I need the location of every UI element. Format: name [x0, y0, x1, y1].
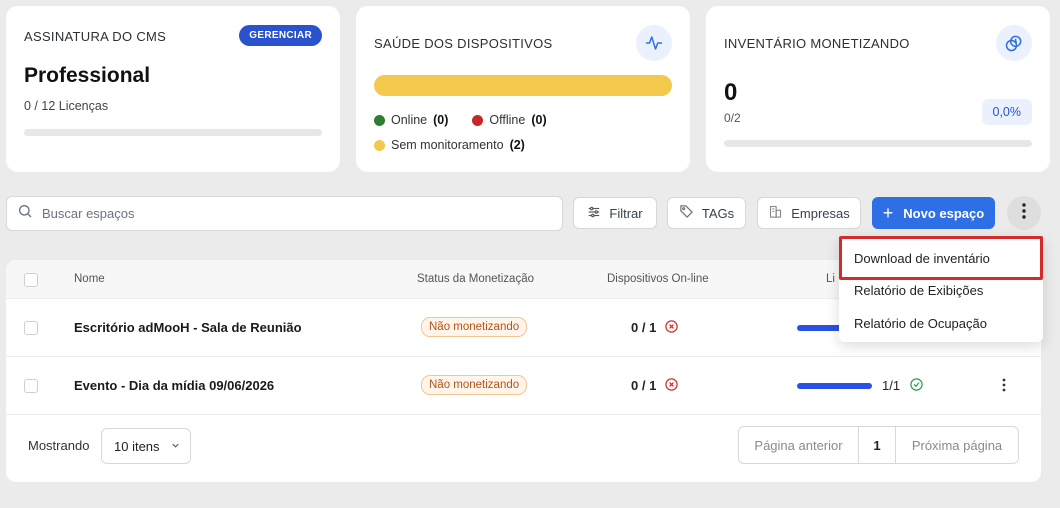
inventory-percent: 0,0% — [981, 99, 1032, 125]
tags-label: TAGs — [701, 205, 735, 221]
device-health-card: SAÚDE DOS DISPOSITIVOS Online (0) Offlin… — [356, 6, 690, 172]
unmonitored-count: (2) — [509, 138, 525, 152]
devices-online-count: 0 / 1 — [631, 378, 657, 393]
next-page-button[interactable]: Próxima página — [896, 427, 1018, 463]
inventory-progress-bar — [724, 140, 1032, 147]
check-circle-icon — [909, 377, 924, 397]
filter-label: Filtrar — [609, 205, 643, 221]
per-page-value: 10 itens — [114, 438, 160, 454]
companies-button[interactable]: Empresas — [757, 197, 861, 229]
more-options-button[interactable] — [1007, 196, 1041, 230]
search-input[interactable] — [42, 206, 522, 221]
devices-online-count: 0 / 1 — [631, 320, 657, 335]
monetizing-inventory-card: INVENTÁRIO MONETIZANDO 0 0/2 0,0% — [706, 6, 1050, 172]
health-status-bar — [374, 75, 672, 96]
cms-subscription-card: ASSINATURA DO CMS GERENCIAR Professional… — [6, 6, 340, 172]
license-usage-bar — [797, 383, 872, 389]
money-icon — [996, 25, 1032, 61]
header-name[interactable]: Nome — [74, 273, 105, 285]
row-checkbox[interactable] — [24, 379, 38, 393]
offline-dot — [472, 114, 484, 126]
status-badge: Não monetizando — [421, 375, 528, 395]
health-legend-row-1: Online (0) Offline (0) — [374, 113, 547, 127]
filter-button[interactable]: Filtrar — [573, 197, 657, 229]
online-label: Online — [391, 113, 428, 127]
health-card-title: SAÚDE DOS DISPOSITIVOS — [374, 36, 553, 51]
status-badge: Não monetizando — [421, 317, 528, 337]
online-count: (0) — [433, 113, 449, 127]
manage-button[interactable]: GERENCIAR — [239, 25, 322, 46]
prev-page-button[interactable]: Página anterior — [739, 427, 859, 463]
current-page[interactable]: 1 — [859, 427, 896, 463]
table-row[interactable]: Evento - Dia da mídia 09/06/2026 Não mon… — [6, 357, 1041, 415]
search-icon — [17, 203, 33, 224]
row-checkbox[interactable] — [24, 321, 38, 335]
header-devices[interactable]: Dispositivos On-line — [607, 273, 709, 285]
license-count: 0 / 12 Licenças — [24, 99, 109, 113]
plus-icon: + — [882, 203, 894, 223]
online-dot — [374, 114, 385, 126]
menu-item-occupancy-report[interactable]: Relatório de Ocupação — [854, 316, 987, 331]
health-legend-row-2: Sem monitoramento (2) — [374, 138, 525, 152]
unmonitored-dot — [374, 139, 385, 151]
license-progress-bar — [24, 129, 322, 136]
pagination: Página anterior 1 Próxima página — [738, 426, 1019, 464]
activity-icon — [636, 25, 672, 61]
plan-name: Professional — [24, 64, 151, 87]
space-name[interactable]: Escritório adMooH - Sala de Reunião — [74, 320, 302, 335]
offline-x-icon — [664, 377, 679, 397]
license-count: 1/1 — [882, 378, 901, 393]
inventory-card-title: INVENTÁRIO MONETIZANDO — [724, 36, 910, 51]
tag-icon — [679, 204, 694, 222]
select-all-checkbox[interactable] — [24, 273, 38, 287]
building-icon — [768, 204, 783, 222]
search-box[interactable] — [6, 196, 563, 231]
cms-card-title: ASSINATURA DO CMS — [24, 29, 167, 44]
unmonitored-label: Sem monitoramento — [391, 138, 504, 152]
row-actions-button[interactable] — [1002, 378, 1006, 397]
offline-x-icon — [664, 319, 679, 339]
companies-label: Empresas — [791, 205, 850, 221]
new-space-button[interactable]: + Novo espaço — [872, 197, 995, 229]
kebab-icon — [1022, 202, 1026, 224]
tags-button[interactable]: TAGs — [667, 197, 746, 229]
header-licenses[interactable]: Li — [826, 273, 835, 285]
offline-label: Offline — [489, 113, 526, 127]
per-page-select[interactable]: 10 itens — [101, 428, 191, 464]
more-options-menu: Download de inventário Relatório de Exib… — [839, 236, 1043, 342]
offline-count: (0) — [531, 113, 547, 127]
filter-icon — [587, 205, 601, 222]
menu-item-exhibitions-report[interactable]: Relatório de Exibições — [854, 283, 983, 298]
inventory-value: 0 — [724, 79, 738, 106]
new-space-label: Novo espaço — [903, 205, 985, 221]
header-monetization[interactable]: Status da Monetização — [417, 273, 534, 285]
showing-label: Mostrando — [28, 438, 90, 453]
space-name[interactable]: Evento - Dia da mídia 09/06/2026 — [74, 378, 274, 393]
menu-item-download-inventory[interactable]: Download de inventário — [854, 251, 990, 266]
chevron-down-icon — [170, 439, 181, 454]
inventory-sub: 0/2 — [724, 111, 741, 125]
